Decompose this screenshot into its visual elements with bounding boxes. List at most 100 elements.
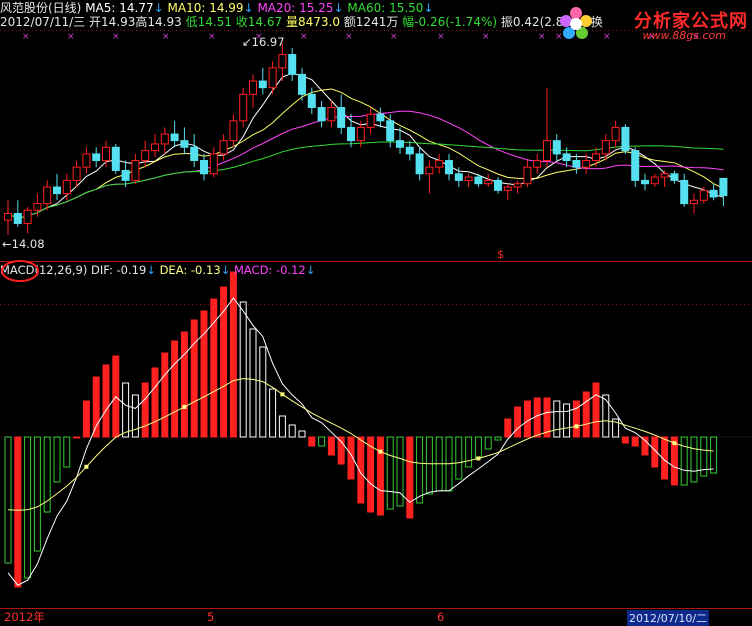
event-marker: $: [497, 248, 504, 261]
macd-bar: [563, 403, 571, 438]
candle: [141, 140, 150, 168]
quote-low: 低14.51: [185, 15, 232, 29]
candle: [611, 120, 620, 148]
candle-body: [33, 203, 42, 211]
stock-chart[interactable]: × × × × × × × × × × × × × × × ×: [0, 0, 752, 622]
macd-bar: [602, 394, 610, 438]
stock-name: 风范股份(日线): [0, 1, 82, 15]
macd-bar: [396, 436, 404, 507]
macd-bar: [514, 406, 522, 438]
ma10-label: MA10: 14.99: [167, 1, 244, 15]
candle-body: [307, 93, 316, 109]
macd-bar: [533, 397, 541, 438]
dea-dot: [476, 456, 481, 461]
candle-body: [190, 146, 199, 162]
top-marker-2: ×: [112, 32, 120, 42]
top-marker-3: ×: [162, 32, 170, 42]
candle: [690, 193, 698, 214]
macd-bar: [220, 286, 228, 438]
candle-body: [327, 107, 336, 122]
candle-body: [53, 186, 61, 195]
candle: [170, 120, 179, 148]
candle: [552, 134, 561, 161]
macd-bar: [259, 346, 267, 438]
candle: [631, 147, 640, 188]
candle-body: [288, 54, 297, 75]
candle: [200, 153, 208, 181]
candle: [543, 87, 551, 168]
macd-bar: [92, 376, 100, 438]
macd-bar: [465, 436, 473, 468]
macd-bar: [474, 436, 482, 459]
candle-body: [151, 143, 159, 152]
macd-bar: [631, 436, 639, 447]
candle-body: [503, 186, 512, 191]
dif-label: DIF: -0.19: [91, 263, 147, 277]
top-marker-7: ×: [345, 32, 353, 42]
macd-bar: [523, 400, 531, 438]
candle: [43, 180, 52, 211]
macd-bar: [200, 310, 208, 438]
macd-bar: [63, 436, 71, 468]
macd-bar: [180, 331, 188, 438]
macd-bar: [553, 400, 561, 438]
candle: [92, 147, 101, 168]
candle: [405, 140, 414, 161]
macd-bar: [298, 430, 306, 438]
candle: [190, 134, 199, 168]
candle-body: [601, 140, 610, 155]
candle-body: [611, 126, 620, 142]
macd-bar: [102, 364, 110, 438]
candle-body: [209, 153, 218, 175]
candle-body: [445, 160, 453, 175]
candle-body: [719, 177, 728, 197]
logo-url: www.88gs.com: [642, 29, 726, 42]
top-marker-0: ×: [22, 32, 30, 42]
candle-body: [464, 176, 473, 181]
macd-bar: [161, 352, 169, 438]
quote-change: 幅-0.26(-1.74%): [402, 15, 498, 29]
candle-body: [680, 179, 689, 205]
candle-body: [690, 199, 698, 205]
candle: [239, 87, 248, 128]
candle-body: [249, 80, 257, 95]
candle: [719, 177, 728, 207]
macd-bar: [710, 436, 718, 474]
ma60-label: MA60: 15.50: [347, 1, 424, 15]
price-panel-header: 风范股份(日线) MA5: 14.77↓ MA10: 14.99↓ MA20: …: [0, 1, 434, 15]
candle-body: [386, 120, 395, 142]
candle: [121, 160, 130, 188]
dea-dot: [574, 424, 579, 429]
quote-close: 收14.67: [235, 15, 283, 29]
macd-bar: [425, 436, 433, 495]
candle: [102, 140, 110, 168]
candle: [13, 200, 22, 227]
ma5-label: MA5: 14.77: [85, 1, 154, 15]
macd-bar: [278, 415, 286, 438]
candle-body: [425, 166, 434, 175]
candle: [53, 173, 61, 201]
candle: [641, 173, 649, 191]
dea-dot: [280, 392, 285, 397]
candle-body: [268, 67, 277, 89]
top-marker-1: ×: [67, 32, 75, 42]
dea-dot: [672, 441, 677, 446]
candle-body: [92, 153, 101, 162]
candle-body: [356, 126, 365, 142]
macd-bar: [406, 436, 414, 519]
candle-body: [641, 179, 649, 185]
candle: [376, 107, 385, 128]
candle-body: [484, 179, 493, 185]
candle: [503, 183, 512, 201]
candle: [670, 170, 679, 184]
candle-body: [239, 93, 248, 122]
candle-body: [258, 80, 267, 89]
macd-bar: [141, 382, 149, 438]
candle: [601, 134, 610, 161]
candle-body: [102, 146, 110, 162]
macd-value-label: MACD: -0.12: [233, 263, 306, 277]
candle: [111, 143, 120, 174]
candle-body: [347, 126, 355, 142]
macd-bar: [53, 436, 61, 483]
quote-high: 高14.93: [135, 15, 182, 29]
